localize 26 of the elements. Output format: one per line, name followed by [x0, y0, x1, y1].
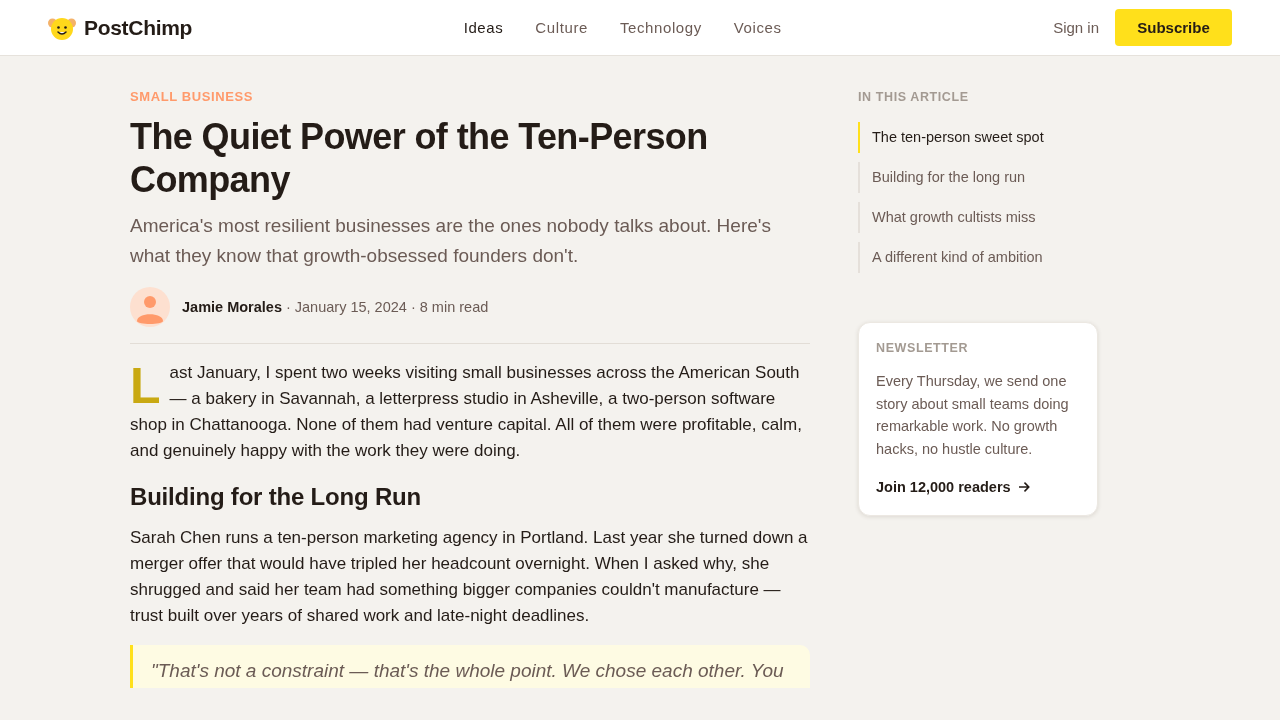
article-title: The Quiet Power of the Ten-Person Company — [130, 115, 709, 201]
author-name: Jamie Morales — [182, 299, 282, 315]
article-meta: · January 15, 2024 · 8 min read — [285, 299, 489, 315]
toc-link[interactable]: Building for the long run — [858, 162, 1098, 193]
newsletter-label: NEWSLETTER — [876, 340, 970, 356]
toc-heading: IN THIS ARTICLE — [858, 89, 970, 105]
nav-link[interactable]: Ideas — [463, 19, 504, 36]
monkey-face-logo-icon — [48, 15, 76, 40]
sign-in-link[interactable]: Sign in — [1053, 19, 1099, 36]
newsletter-text: Every Thursday, we send one story about small teams doing remarkable work. No growth hacks, no hustle culture. — [876, 372, 1070, 460]
quote-text: "That's not a constraint — that's the whole point. We chose each other. You — [151, 659, 785, 683]
category-label: SMALL BUSINESS — [130, 89, 254, 105]
toc-link[interactable]: What growth cultists miss — [858, 202, 1098, 233]
avatar-icon — [130, 287, 170, 327]
subscribe-button[interactable]: Subscribe — [1115, 9, 1232, 46]
join-link[interactable]: Join 12,000 readers — [876, 476, 1030, 497]
logo-link[interactable]: PostChimp — [48, 15, 193, 40]
article-subtitle: America's most resilient businesses are the ones nobody talks about. Here's what they know that growth-obsessed founders don't. — [130, 214, 772, 268]
toc-link[interactable]: The ten-person sweet spot — [858, 122, 1098, 153]
toc-link[interactable]: A different kind of ambition — [858, 242, 1098, 273]
body-paragraph: Sarah Chen runs a ten-person marketing agency in Portland. Last year she turned down a merger offer that would have tripled her headcount overnight. When I asked why, she shrugged and said her team had something bigger companies couldn't manufacture — trust built over years of shared work and late-night deadlines. — [130, 527, 809, 627]
nav-link[interactable]: Voices — [733, 19, 782, 36]
nav-link[interactable]: Technology — [619, 19, 702, 36]
nav-link[interactable]: Culture — [535, 19, 588, 36]
arrow-right-icon — [1018, 481, 1030, 492]
section-heading: Building for the Long Run — [130, 484, 422, 510]
